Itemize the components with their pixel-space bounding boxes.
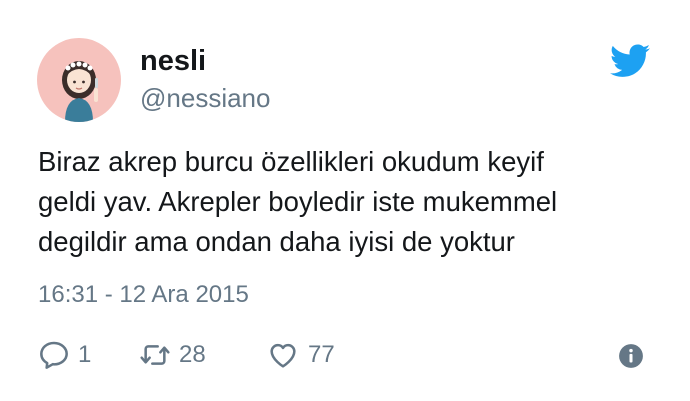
retweet-button[interactable]: 28 — [139, 338, 206, 372]
retweet-icon — [140, 345, 170, 365]
like-button[interactable]: 77 — [266, 338, 335, 372]
tweet-text-line: degildir ama ondan daha iyisi de yoktur — [38, 226, 515, 257]
display-name[interactable]: nesli — [140, 44, 206, 78]
tweet-text-line: Biraz akrep burcu özellikleri okudum key… — [38, 146, 544, 177]
twitter-bird-icon[interactable] — [610, 44, 650, 78]
retweet-count: 28 — [179, 341, 206, 368]
heart-icon — [270, 343, 296, 368]
reply-count: 1 — [78, 341, 92, 368]
info-icon[interactable] — [618, 343, 644, 369]
reply-button[interactable]: 1 — [38, 338, 91, 372]
avatar[interactable] — [37, 38, 121, 122]
like-count: 77 — [308, 341, 335, 368]
reply-icon — [40, 341, 68, 369]
user-handle[interactable]: @nessiano — [140, 82, 270, 114]
tweet-card: nesli @nessiano Biraz akrep burcu özelli… — [0, 0, 690, 401]
tweet-timestamp[interactable]: 16:31 - 12 Ara 2015 — [38, 280, 249, 310]
avatar-illustration-icon — [62, 61, 98, 122]
tweet-text: Biraz akrep burcu özellikleri okudum key… — [38, 142, 668, 262]
tweet-text-line: geldi yav. Akrepler boyledir iste mukemm… — [38, 186, 558, 217]
